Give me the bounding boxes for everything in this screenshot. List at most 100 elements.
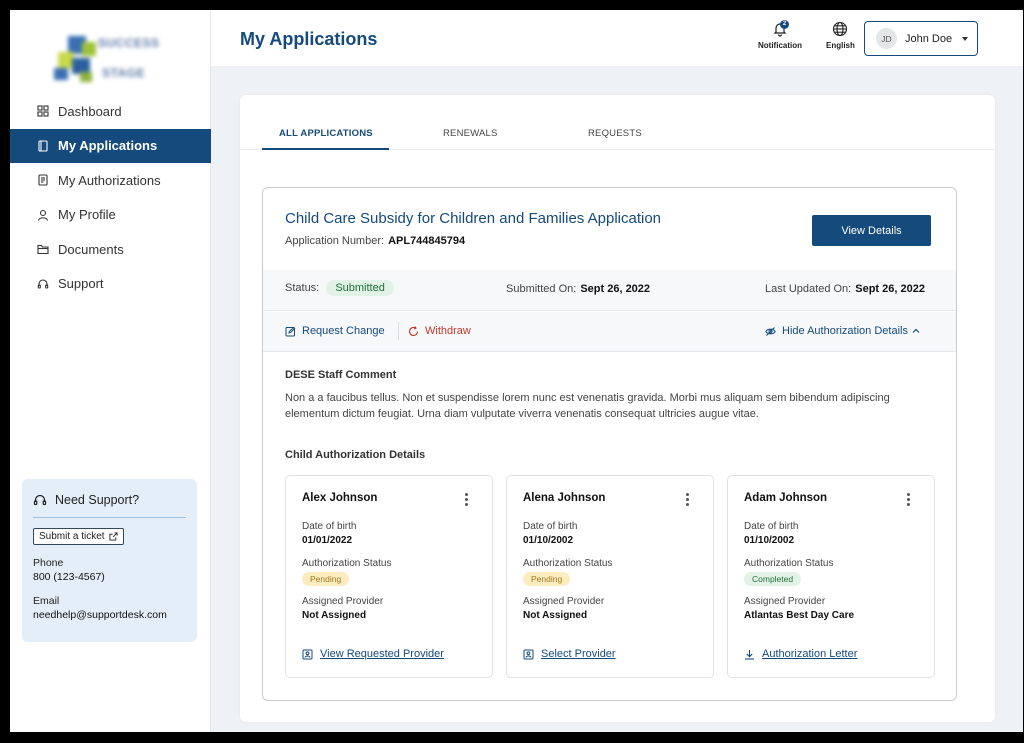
download-icon <box>745 649 754 660</box>
dob-value: 01/01/2022 <box>302 535 353 546</box>
folder-icon <box>37 243 49 255</box>
page-title: My Applications <box>240 29 378 49</box>
sidebar-item-documents[interactable]: Documents <box>10 232 211 267</box>
book-icon <box>37 140 49 152</box>
contact-card-icon <box>302 649 313 659</box>
edit-icon <box>285 326 296 336</box>
view-details-button[interactable]: View Details <box>812 215 931 246</box>
sidebar-item-label: My Authorizations <box>58 172 161 188</box>
staff-comment-title: DESE Staff Comment <box>285 369 397 381</box>
user-name: John Doe <box>905 32 953 45</box>
person-icon <box>37 209 49 221</box>
phone-value: 800 (123-4567) <box>33 571 105 583</box>
submit-ticket-button[interactable]: Submit a ticket <box>33 528 124 545</box>
avatar: JD <box>876 28 897 49</box>
sidebar-item-label: Support <box>58 276 104 292</box>
sidebar-nav: Dashboard My Applications My Authorizati… <box>10 94 211 301</box>
sidebar-item-dashboard[interactable]: Dashboard <box>10 94 211 129</box>
sidebar-item-label: Dashboard <box>58 103 122 119</box>
child-card: Adam Johnson Date of birth 01/10/2002 Au… <box>727 475 935 678</box>
child-name: Alex Johnson <box>302 492 378 504</box>
phone-label: Phone <box>33 557 64 569</box>
notification-badge: 2 <box>780 20 789 29</box>
action-divider <box>398 322 399 340</box>
auth-status-label: Authorization Status <box>523 558 613 569</box>
status-badge: Submitted <box>326 280 394 296</box>
action-row: Request Change Withdraw Hide Authorizati… <box>263 312 956 352</box>
caret-down-icon <box>962 36 969 41</box>
language-label: English <box>826 41 855 50</box>
provider-label: Assigned Provider <box>523 596 605 607</box>
dob-label: Date of birth <box>523 521 578 532</box>
brand-logo: SUCCESS STAGE <box>50 32 172 84</box>
staff-comment-text: Non a a faucibus tellus. Non et suspendi… <box>285 392 890 420</box>
chevron-up-icon <box>912 328 920 333</box>
application-title: Child Care Subsidy for Children and Fami… <box>285 210 662 227</box>
hide-authorization-details-toggle[interactable]: Hide Authorization Details <box>765 325 920 337</box>
child-name: Alena Johnson <box>523 492 606 504</box>
application-card: Child Care Subsidy for Children and Fami… <box>262 187 957 701</box>
provider-value: Not Assigned <box>523 610 588 621</box>
status-field: Status: Submitted <box>285 280 394 296</box>
external-link-icon <box>109 532 118 541</box>
application-number: Application Number: APL744845794 <box>285 235 466 247</box>
dob-label: Date of birth <box>302 521 357 532</box>
refresh-icon <box>408 325 419 336</box>
provider-value: Atlantas Best Day Care <box>744 610 855 621</box>
tab-requests[interactable]: REQUESTS <box>588 128 642 139</box>
authorization-letter-link[interactable]: Authorization Letter <box>744 648 857 660</box>
dob-value: 01/10/2002 <box>744 535 795 546</box>
child-authorization-title: Child Authorization Details <box>285 449 426 461</box>
headset-icon <box>33 494 47 506</box>
sidebar-item-label: My Profile <box>58 207 116 223</box>
sidebar-item-support[interactable]: Support <box>10 267 211 302</box>
auth-status-badge: Pending <box>523 572 571 586</box>
active-tab-indicator <box>262 148 389 150</box>
email-label: Email <box>33 595 60 607</box>
user-menu-button[interactable]: JD John Doe <box>864 21 978 56</box>
provider-label: Assigned Provider <box>302 596 384 607</box>
more-options-icon[interactable] <box>902 491 914 511</box>
child-name: Adam Johnson <box>744 492 828 504</box>
globe-icon <box>833 21 848 37</box>
auth-status-label: Authorization Status <box>744 558 834 569</box>
notification-button[interactable]: 2 Notification <box>758 20 802 50</box>
language-button[interactable]: English <box>826 21 855 50</box>
status-row: Status: Submitted Submitted On: Sept 26, … <box>263 270 956 311</box>
sidebar: SUCCESS STAGE Dashboard My Applications <box>10 10 211 732</box>
tab-all-applications[interactable]: ALL APPLICATIONS <box>279 128 373 139</box>
applications-panel: ALL APPLICATIONS RENEWALS REQUESTS Child… <box>240 95 995 722</box>
top-header: My Applications 2 Notification English J… <box>211 10 1023 66</box>
submitted-on: Submitted On: Sept 26, 2022 <box>506 283 651 295</box>
child-card: Alena Johnson Date of birth 01/10/2002 A… <box>506 475 714 678</box>
app-window: SUCCESS STAGE Dashboard My Applications <box>10 10 1023 732</box>
view-requested-provider-link[interactable]: View Requested Provider <box>302 648 444 660</box>
sidebar-item-my-profile[interactable]: My Profile <box>10 198 211 233</box>
provider-label: Assigned Provider <box>744 596 826 607</box>
contact-card-icon <box>523 649 534 659</box>
withdraw-button[interactable]: Withdraw <box>408 325 471 337</box>
sidebar-item-label: My Applications <box>58 138 158 154</box>
sidebar-item-my-authorizations[interactable]: My Authorizations <box>10 163 211 198</box>
more-options-icon[interactable] <box>460 491 472 511</box>
dob-label: Date of birth <box>744 521 799 532</box>
notification-label: Notification <box>758 41 802 50</box>
more-options-icon[interactable] <box>681 491 693 511</box>
tab-bar: ALL APPLICATIONS RENEWALS REQUESTS <box>240 119 995 150</box>
headset-icon <box>37 278 49 290</box>
email-value[interactable]: needhelp@supportdesk.com <box>33 609 186 621</box>
select-provider-link[interactable]: Select Provider <box>523 648 616 660</box>
document-icon <box>37 174 49 186</box>
auth-status-label: Authorization Status <box>302 558 392 569</box>
auth-status-badge: Completed <box>744 572 802 586</box>
dob-value: 01/10/2002 <box>523 535 574 546</box>
request-change-button[interactable]: Request Change <box>285 325 385 337</box>
auth-status-badge: Pending <box>302 572 350 586</box>
tab-renewals[interactable]: RENEWALS <box>443 128 498 139</box>
eye-off-icon <box>765 326 776 336</box>
dashboard-grid-icon <box>37 105 49 117</box>
sidebar-item-my-applications[interactable]: My Applications <box>10 128 211 163</box>
last-updated-on: Last Updated On: Sept 26, 2022 <box>765 283 925 295</box>
sidebar-item-label: Documents <box>58 241 124 257</box>
support-card: Need Support? Submit a ticket Phone 800 … <box>22 479 197 642</box>
